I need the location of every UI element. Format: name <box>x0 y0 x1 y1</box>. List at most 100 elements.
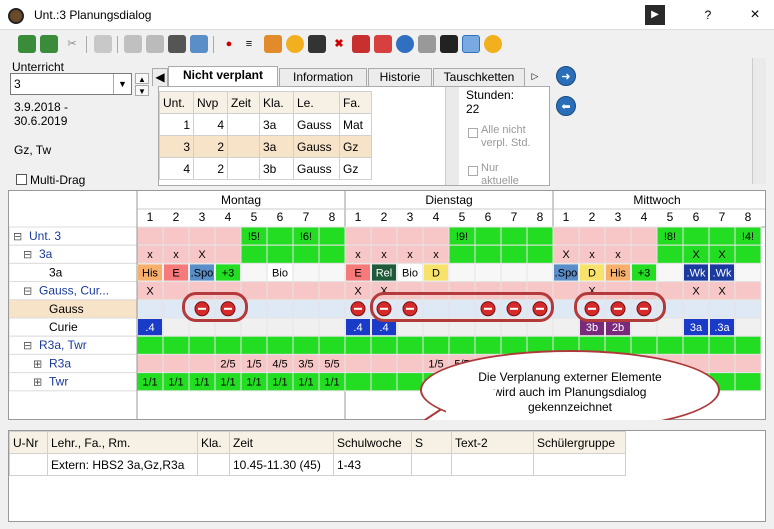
tab-scroll-right[interactable]: ▷ <box>528 68 542 86</box>
arrow-right-button[interactable]: ➜ <box>556 66 576 86</box>
print-icon[interactable] <box>124 35 142 53</box>
add-lesson-icon[interactable] <box>18 35 36 53</box>
period-label: 2 <box>173 210 180 224</box>
settings-icon[interactable] <box>484 35 502 53</box>
arrow-left-button[interactable]: ⬅ <box>556 96 576 116</box>
grid-cell <box>552 317 580 337</box>
unterricht-combo[interactable]: 3 ▼ <box>10 73 132 95</box>
grid-cell <box>552 281 580 301</box>
grid-cell <box>136 353 164 374</box>
col-kla: Kla. <box>259 91 294 114</box>
row-label: Unt. 3 <box>29 229 61 243</box>
tab-tauschketten[interactable]: Tauschketten <box>433 68 525 86</box>
grid-cell <box>396 335 424 355</box>
cell-text: X <box>718 249 726 261</box>
grid-cell <box>240 262 268 283</box>
delete-lines-icon[interactable] <box>352 35 370 53</box>
cell-text: X <box>146 286 154 298</box>
list-icon[interactable]: ≡ <box>240 35 258 53</box>
teachers-text: Gz, Tw <box>14 143 52 157</box>
multidrag-checkbox[interactable] <box>16 174 27 185</box>
callout-line1: Die Verplanung externer Elemente <box>478 370 662 384</box>
grid-cell <box>214 226 242 246</box>
tab-nicht-verplant[interactable]: Nicht verplant <box>168 66 278 87</box>
col-le: Le. <box>293 91 340 114</box>
list-scrollbar[interactable] <box>445 87 459 185</box>
col-schuelergruppe: Schülergruppe <box>533 431 626 454</box>
palette-icon[interactable] <box>264 35 282 53</box>
period-label: 8 <box>537 210 544 224</box>
tab-information[interactable]: Information <box>279 68 367 86</box>
grid-cell <box>630 335 658 355</box>
grid-cell <box>162 353 190 374</box>
col-nvp: Nvp <box>193 91 228 114</box>
help-icon[interactable] <box>396 35 414 53</box>
cell-text: .4 <box>379 322 388 334</box>
cell-text: 1/1 <box>272 377 287 389</box>
export-icon[interactable] <box>94 35 112 53</box>
clock-icon[interactable] <box>286 35 304 53</box>
pin-button[interactable]: ▶ <box>645 5 665 25</box>
grid-cell <box>656 335 684 355</box>
grid-cell <box>292 335 320 355</box>
cell <box>227 135 260 158</box>
grid-cell <box>734 317 762 337</box>
calculator-icon[interactable] <box>418 35 436 53</box>
pin-icon[interactable]: ● <box>220 35 238 53</box>
cell: 4 <box>159 157 194 180</box>
tab-historie[interactable]: Historie <box>368 68 432 86</box>
list-item[interactable]: 3 2 3a Gauss Gz <box>159 135 372 158</box>
col-schulwoche: Schulwoche <box>333 431 412 454</box>
pencil-icon[interactable] <box>462 35 480 53</box>
nur-aktuelle-checkbox[interactable] <box>468 166 478 176</box>
period-label: 6 <box>485 210 492 224</box>
grid-cell <box>682 335 710 355</box>
row-label: 3a <box>39 247 53 261</box>
teacher-cap-icon[interactable] <box>308 35 326 53</box>
grid-cell <box>682 299 710 319</box>
period-label: 5 <box>251 210 258 224</box>
cell <box>197 453 230 476</box>
upper-scrollbar[interactable] <box>752 58 766 184</box>
grid-cell <box>266 281 294 301</box>
highlight-dienstag <box>370 292 554 322</box>
grid-cell <box>656 262 684 283</box>
table-row[interactable]: Extern: HBS2 3a,Gz,R3a 10.45-11.30 (45) … <box>9 453 626 476</box>
delete-x-icon[interactable]: ✖ <box>330 35 348 53</box>
import-icon[interactable] <box>190 35 208 53</box>
list-item[interactable]: 1 4 3a Gauss Mat <box>159 113 372 136</box>
grid-cell <box>734 335 762 355</box>
toolbar-separator <box>117 36 118 53</box>
grad-cap-icon[interactable] <box>440 35 458 53</box>
binoculars-icon[interactable] <box>168 35 186 53</box>
unterricht-label: Unterricht <box>12 60 65 74</box>
add-teacher-icon[interactable] <box>40 35 58 53</box>
list-item[interactable]: 4 2 3b Gauss Gz <box>159 157 372 180</box>
grid-cell <box>266 226 294 246</box>
help-button[interactable]: ? <box>698 5 718 25</box>
row-label: 3a <box>49 265 63 279</box>
grid-cell <box>292 317 320 337</box>
stats-icon[interactable] <box>374 35 392 53</box>
cell-text: x <box>407 249 413 261</box>
spin-up-button[interactable]: ▲ <box>135 73 149 84</box>
grid-cell <box>578 226 606 246</box>
alle-nicht-verpl-checkbox[interactable] <box>468 128 478 138</box>
chevron-down-icon[interactable]: ▼ <box>113 74 131 94</box>
tab-scroll-left[interactable]: ◀ <box>152 68 168 86</box>
cell-text: +3 <box>638 267 651 279</box>
close-button[interactable]: × <box>745 5 765 25</box>
grid-cell <box>526 262 554 283</box>
grid-cell <box>188 353 216 374</box>
cut-icon[interactable]: ✂ <box>63 35 81 53</box>
col-unr: U-Nr <box>9 431 48 454</box>
grid-cell <box>240 244 268 264</box>
date-range-line2: 30.6.2019 <box>14 114 68 128</box>
cell-text: 1/1 <box>298 377 313 389</box>
grid-cell <box>188 335 216 355</box>
cell-text: 3a <box>690 322 703 334</box>
grid-cell <box>318 335 346 355</box>
lock-icon[interactable] <box>146 35 164 53</box>
spin-down-button[interactable]: ▼ <box>135 85 149 96</box>
grid-cell <box>396 353 424 374</box>
